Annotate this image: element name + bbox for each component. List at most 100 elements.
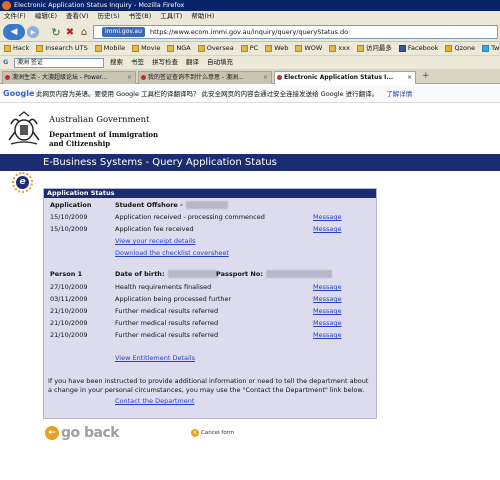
table-row: 03/11/2009 Application being processed f…	[44, 294, 376, 305]
menu-bar: 文件(F) 编辑(E) 查看(V) 历史(S) 书签(B) 工具(T) 帮助(H…	[0, 11, 500, 22]
forward-arrow-icon: ▶	[30, 28, 36, 36]
menu-view[interactable]: 查看(V)	[66, 11, 89, 22]
learn-more-link[interactable]: 了解详情	[386, 90, 412, 98]
status-text: Application fee received	[115, 225, 194, 233]
close-tab-icon[interactable]: ×	[407, 72, 412, 84]
table-row: 21/10/2009 Further medical results refer…	[44, 330, 376, 341]
message-link[interactable]: Message	[313, 306, 342, 317]
bookmark-item[interactable]: Oversea	[197, 42, 238, 55]
folder-icon	[94, 45, 102, 52]
home-icon: ⌂	[80, 26, 88, 38]
bookmark-item[interactable]: 访问最多	[356, 42, 396, 55]
e-letter: e	[16, 176, 29, 189]
twitter-icon	[482, 45, 490, 52]
navigation-bar: ◀ ▶ ↻ ✖ ⌂ immi.gov.au https://www.ecom.i…	[0, 22, 500, 42]
status-date: 03/11/2009	[50, 295, 88, 303]
redacted-name	[185, 201, 228, 209]
google-bookmarks-button[interactable]: 书签	[131, 56, 144, 69]
google-spellcheck-button[interactable]: 拼写检查	[152, 56, 178, 69]
table-row: 15/10/2009 Application received - proces…	[44, 212, 376, 223]
status-date: 15/10/2009	[50, 225, 88, 233]
go-back-button[interactable]: ← go back	[45, 424, 120, 442]
close-tab-icon[interactable]: ×	[263, 72, 268, 84]
bookmark-item[interactable]: Insearch UTS	[36, 42, 92, 55]
tab-visa-question[interactable]: 我的签证查询不到什么意思 - 澳洲... ×	[138, 71, 272, 84]
bookmark-item[interactable]: Twitt	[482, 42, 500, 55]
new-tab-icon[interactable]: +	[422, 71, 430, 81]
application-label: Application	[50, 201, 92, 209]
menu-file[interactable]: 文件(F)	[4, 11, 26, 22]
contact-notice: If you have been instructed to provide a…	[48, 377, 369, 394]
person-label: Person 1	[50, 270, 83, 278]
message-link[interactable]: Message	[313, 224, 342, 235]
menu-edit[interactable]: 编辑(E)	[35, 11, 57, 22]
dob-label: Date of birth:	[115, 269, 218, 280]
cancel-form-button[interactable]: × Cancel form	[191, 429, 234, 437]
menu-tools[interactable]: 工具(T)	[160, 11, 182, 22]
message-link[interactable]: Message	[313, 330, 342, 341]
google-translate-button[interactable]: 翻译	[186, 56, 199, 69]
forward-button[interactable]: ▶	[27, 26, 39, 38]
tab-label: Electronic Application Status I...	[284, 74, 394, 81]
bookmark-item[interactable]: xxx	[329, 42, 354, 55]
site-identity-badge[interactable]: immi.gov.au	[102, 27, 145, 37]
folder-icon	[329, 45, 337, 52]
view-receipt-link[interactable]: View your receipt details	[115, 236, 195, 247]
google-search-button[interactable]: 搜索	[110, 56, 123, 69]
home-button[interactable]: ⌂	[76, 24, 92, 40]
bookmark-item[interactable]: Mobile	[94, 42, 129, 55]
site-favicon-icon	[5, 75, 10, 80]
message-link[interactable]: Message	[313, 294, 342, 305]
tab-forum[interactable]: 澳洲生活 - 大澳超级论坛 - Power... ×	[2, 71, 136, 84]
stop-icon: ✖	[65, 26, 75, 38]
tab-label: 澳洲生活 - 大澳超级论坛 - Power...	[12, 74, 108, 81]
bookmark-item[interactable]: Movie	[132, 42, 164, 55]
bookmark-item[interactable]: Hack	[4, 42, 33, 55]
folder-icon	[295, 45, 303, 52]
bookmark-item[interactable]: WOW	[295, 42, 326, 55]
status-date: 15/10/2009	[50, 213, 88, 221]
message-link[interactable]: Message	[313, 318, 342, 329]
site-favicon-icon	[277, 75, 282, 80]
folder-icon	[4, 45, 11, 52]
translate-bar: Google 此网页内容为英语。要使用 Google 工具栏的译翻译吗？ 此安全…	[0, 85, 500, 103]
url-text[interactable]: https://www.ecom.immi.gov.au/inquiry/que…	[150, 28, 348, 36]
download-checklist-link[interactable]: Download the checklist coversheet	[115, 248, 229, 259]
gov-title: Australian Government	[49, 115, 150, 125]
table-row: 21/10/2009 Further medical results refer…	[44, 318, 376, 329]
back-arrow-icon: ←	[45, 426, 59, 440]
tab-label: 我的签证查询不到什么意思 - 澳洲...	[148, 74, 244, 81]
department-title: Department of Immigration and Citizenshi…	[49, 130, 159, 148]
panel-title: Application Status	[44, 189, 376, 198]
bookmark-item[interactable]: Facebook	[398, 42, 443, 55]
status-text: Further medical results referred	[115, 331, 219, 339]
message-link[interactable]: Message	[313, 282, 342, 293]
status-date: 21/10/2009	[50, 331, 88, 339]
redacted-passport	[265, 270, 332, 278]
view-entitlement-link[interactable]: View Entitlement Details	[115, 353, 195, 364]
contact-department-link[interactable]: Contact the Department	[115, 396, 194, 407]
status-date: 21/10/2009	[50, 307, 88, 315]
google-logo: Google	[3, 89, 35, 98]
bookmark-item[interactable]: Qzone	[445, 42, 479, 55]
tab-application-status[interactable]: Electronic Application Status I... ×	[274, 71, 416, 84]
bookmark-item[interactable]: NGA	[167, 42, 194, 55]
folder-icon	[132, 45, 140, 52]
table-row: 27/10/2009 Health requirements finalised…	[44, 282, 376, 293]
message-link[interactable]: Message	[313, 212, 342, 223]
folder-icon	[197, 45, 205, 52]
bookmark-item[interactable]: PC	[240, 42, 262, 55]
address-bar[interactable]: immi.gov.au https://www.ecom.immi.gov.au…	[93, 25, 498, 39]
menu-history[interactable]: 历史(S)	[98, 11, 120, 22]
window-title: Electronic Application Status Inquiry - …	[14, 1, 185, 9]
google-autofill-button[interactable]: 自动填充	[207, 56, 233, 69]
bookmark-item[interactable]: Web	[265, 42, 292, 55]
close-tab-icon[interactable]: ×	[127, 72, 132, 84]
back-button[interactable]: ◀	[3, 24, 25, 40]
menu-help[interactable]: 帮助(H)	[191, 11, 214, 22]
translate-message: 此网页内容为英语。要使用 Google 工具栏的译翻译吗？ 此安全网页的内容会通…	[36, 90, 379, 98]
google-search-input[interactable]: 澳洲 签证	[14, 58, 104, 68]
menu-bookmarks[interactable]: 书签(B)	[129, 11, 152, 22]
checklist-row: Download the checklist coversheet	[44, 248, 376, 259]
table-row: 21/10/2009 Further medical results refer…	[44, 306, 376, 317]
